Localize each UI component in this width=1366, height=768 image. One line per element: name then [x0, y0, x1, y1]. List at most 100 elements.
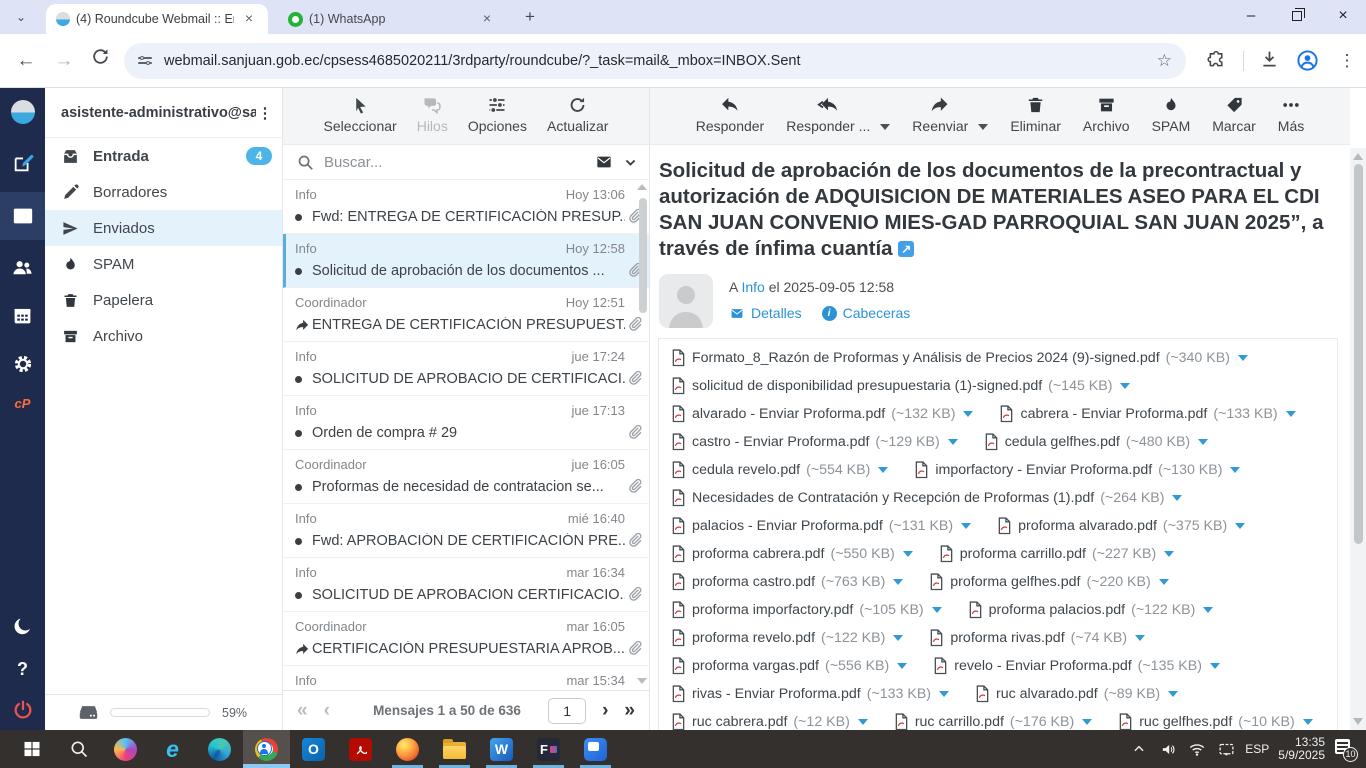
extensions-icon[interactable]	[1206, 49, 1230, 73]
page-number-input[interactable]	[548, 698, 586, 724]
archive-button[interactable]: Archivo	[1083, 95, 1130, 144]
attachment-chip[interactable]: proforma imporfactory.pdf(~105 KB)	[671, 601, 942, 619]
list-scroll-down-icon[interactable]	[637, 678, 647, 684]
first-page-button[interactable]: «	[297, 700, 308, 722]
attachment-chip[interactable]: proforma cabrera.pdf(~550 KB)	[671, 545, 913, 563]
search-input[interactable]	[324, 154, 594, 171]
sidebar-folder-entrada[interactable]: Entrada 4	[45, 138, 282, 174]
browser-menu-icon[interactable]: ⋮	[1336, 47, 1358, 75]
attachment-name[interactable]: proforma palacios.pdf	[989, 602, 1125, 618]
taskbar-app-blue[interactable]	[572, 730, 619, 768]
tab-close-icon[interactable]: ×	[240, 10, 258, 28]
threads-button[interactable]: Hilos	[417, 95, 448, 144]
attachment-caret-icon[interactable]	[1159, 579, 1169, 585]
attachment-chip[interactable]: rivas - Enviar Proforma.pdf(~133 KB)	[671, 685, 949, 703]
forward-button[interactable]: Reenviar	[912, 95, 968, 144]
clock[interactable]: 13:35 5/9/2025	[1278, 736, 1325, 763]
attachment-chip[interactable]: proforma alvarado.pdf(~375 KB)	[997, 517, 1245, 535]
taskbar-app-copilot[interactable]	[102, 730, 149, 768]
attachment-caret-icon[interactable]	[1203, 607, 1213, 613]
attachment-caret-icon[interactable]	[1286, 411, 1296, 417]
attachment-chip[interactable]: castro - Enviar Proforma.pdf(~129 KB)	[671, 433, 958, 451]
attachment-chip[interactable]: ruc cabrera.pdf(~12 KB)	[671, 713, 868, 731]
attachment-name[interactable]: Formato_8_Razón de Proformas y Análisis …	[692, 350, 1160, 366]
attachment-name[interactable]: proforma alvarado.pdf	[1018, 518, 1157, 534]
attachment-name[interactable]: cabrera - Enviar Proforma.pdf	[1020, 406, 1207, 422]
attachment-name[interactable]: revelo - Enviar Proforma.pdf	[954, 658, 1131, 674]
new-tab-button[interactable]: +	[518, 6, 542, 30]
bookmark-star-icon[interactable]: ☆	[1157, 51, 1172, 71]
attachment-name[interactable]: solicitud de disponibilidad presupuestar…	[692, 378, 1042, 394]
scrollbar-thumb[interactable]	[1354, 164, 1363, 544]
attachment-chip[interactable]: ruc carrillo.pdf(~176 KB)	[894, 713, 1092, 731]
refresh-button[interactable]: Actualizar	[547, 95, 608, 144]
external-link-icon[interactable]: ↗	[898, 241, 914, 257]
sidebar-folder-spam[interactable]: SPAM	[45, 246, 282, 282]
attachment-caret-icon[interactable]	[1303, 719, 1313, 725]
spam-button[interactable]: SPAM	[1152, 95, 1191, 144]
details-link[interactable]: Detalles	[751, 305, 802, 321]
list-scrollbar-thumb[interactable]	[639, 198, 647, 313]
attachment-chip[interactable]: imporfactory - Enviar Proforma.pdf(~130 …	[914, 461, 1240, 479]
attachment-chip[interactable]: Formato_8_Razón de Proformas y Análisis …	[671, 349, 1248, 367]
attachment-name[interactable]: proforma castro.pdf	[692, 574, 815, 590]
window-minimize-button[interactable]: –	[1228, 0, 1274, 34]
attachment-chip[interactable]: proforma carrillo.pdf(~227 KB)	[939, 545, 1174, 563]
taskbar-app-chrome[interactable]	[243, 730, 290, 768]
attachment-caret-icon[interactable]	[963, 411, 973, 417]
compose-icon[interactable]	[0, 152, 45, 174]
reply-button[interactable]: Responder	[696, 95, 765, 144]
attachment-name[interactable]: palacios - Enviar Proforma.pdf	[692, 518, 883, 534]
attachment-caret-icon[interactable]	[897, 663, 907, 669]
tray-chevron-up-icon[interactable]	[1129, 739, 1149, 759]
attachment-caret-icon[interactable]	[961, 523, 971, 529]
profile-icon[interactable]	[1296, 49, 1320, 73]
reply-all-caret-icon[interactable]	[880, 124, 890, 130]
attachment-caret-icon[interactable]	[878, 467, 888, 473]
wifi-icon[interactable]	[1187, 739, 1207, 759]
attachment-chip[interactable]: proforma castro.pdf(~763 KB)	[671, 573, 903, 591]
attachment-name[interactable]: cedula gelfhes.pdf	[1005, 434, 1120, 450]
cast-screen-icon[interactable]	[1216, 739, 1236, 759]
account-menu-icon[interactable]: ⋮	[256, 104, 274, 122]
address-bar[interactable]: webmail.sanjuan.gob.ec/cpsess4685020211/…	[124, 43, 1186, 79]
taskbar-app-word[interactable]: W	[478, 730, 525, 768]
attachment-chip[interactable]: proforma vargas.pdf(~556 KB)	[671, 657, 907, 675]
calendar-icon[interactable]	[0, 305, 45, 326]
delete-button[interactable]: Eliminar	[1010, 95, 1061, 144]
attachment-caret-icon[interactable]	[893, 579, 903, 585]
attachment-name[interactable]: ruc gelfhes.pdf	[1139, 714, 1232, 730]
attachment-name[interactable]: ruc carrillo.pdf	[915, 714, 1004, 730]
taskbar-app-acrobat[interactable]	[337, 730, 384, 768]
message-row[interactable]: InfoHoy 13:06 Fwd: ENTREGA DE CERTIFICAC…	[283, 180, 649, 234]
attachment-caret-icon[interactable]	[1120, 383, 1130, 389]
attachment-chip[interactable]: proforma palacios.pdf(~122 KB)	[968, 601, 1214, 619]
attachment-name[interactable]: proforma rivas.pdf	[950, 630, 1064, 646]
attachment-name[interactable]: imporfactory - Enviar Proforma.pdf	[935, 462, 1152, 478]
attachment-caret-icon[interactable]	[1168, 691, 1178, 697]
mail-icon[interactable]	[0, 205, 45, 227]
downloads-icon[interactable]	[1259, 49, 1283, 73]
message-row[interactable]: Infomar 16:34 SOLICITUD DE APROBACION CE…	[283, 558, 649, 612]
attachment-caret-icon[interactable]	[903, 551, 913, 557]
message-row[interactable]: Infojue 17:24 SOLICITUD DE APROBACIO DE …	[283, 342, 649, 396]
attachment-caret-icon[interactable]	[858, 719, 868, 725]
message-row[interactable]: Coordinadorjue 16:05 Proformas de necesi…	[283, 450, 649, 504]
reload-button[interactable]	[86, 47, 114, 75]
attachment-name[interactable]: proforma imporfactory.pdf	[692, 602, 853, 618]
taskbar-app-edge[interactable]	[196, 730, 243, 768]
attachment-caret-icon[interactable]	[1198, 439, 1208, 445]
attachment-chip[interactable]: alvarado - Enviar Proforma.pdf(~132 KB)	[671, 405, 973, 423]
taskbar-start-button[interactable]	[8, 730, 55, 768]
attachment-caret-icon[interactable]	[1172, 495, 1182, 501]
content-scrollbar[interactable]	[1350, 148, 1366, 730]
browser-tab-roundcube[interactable]: (4) Roundcube Webmail :: Envia ×	[46, 4, 268, 34]
attachment-chip[interactable]: cabrera - Enviar Proforma.pdf(~133 KB)	[999, 405, 1295, 423]
attachment-name[interactable]: alvarado - Enviar Proforma.pdf	[692, 406, 885, 422]
attachment-chip[interactable]: proforma rivas.pdf(~74 KB)	[929, 629, 1145, 647]
url-text[interactable]: webmail.sanjuan.gob.ec/cpsess4685020211/…	[164, 53, 1149, 69]
search-scope-mail-icon[interactable]	[594, 154, 614, 170]
forward-button[interactable]: →	[50, 47, 78, 75]
taskbar-app-outlook[interactable]: O	[290, 730, 337, 768]
attachment-name[interactable]: castro - Enviar Proforma.pdf	[692, 434, 869, 450]
